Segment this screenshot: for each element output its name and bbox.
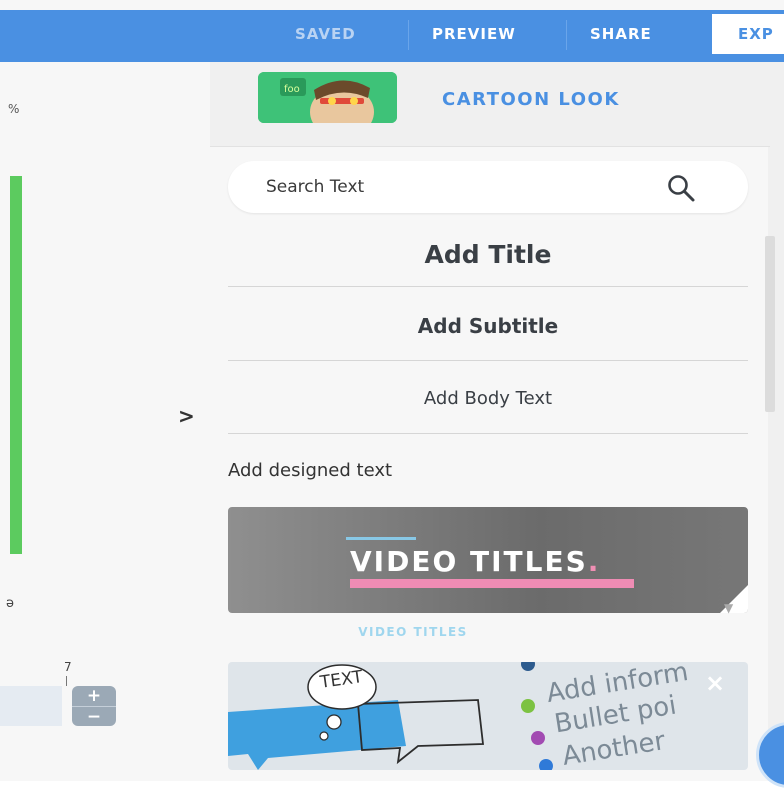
zoom-control: + −	[72, 686, 116, 726]
share-button[interactable]: SHARE	[590, 25, 652, 43]
add-title-button[interactable]: Add Title	[228, 240, 748, 269]
top-strip	[0, 0, 784, 10]
chevron-down-icon[interactable]: ▼	[724, 601, 733, 615]
panel-divider	[210, 146, 770, 147]
chevron-right-icon[interactable]: >	[178, 404, 195, 428]
ruler-value: 7	[64, 660, 72, 674]
zoom-in-button[interactable]: +	[72, 686, 116, 706]
zoom-out-button[interactable]: −	[72, 706, 116, 726]
video-titles-card[interactable]: VIDEO TITLES.	[228, 507, 748, 613]
toolbar-divider	[408, 20, 409, 50]
accent-bar	[350, 579, 634, 588]
divider	[228, 433, 748, 434]
divider	[228, 360, 748, 361]
close-icon[interactable]: ×	[705, 669, 725, 697]
timeline-box[interactable]	[0, 686, 62, 726]
top-toolbar	[0, 0, 784, 62]
search-text-field	[228, 161, 748, 213]
cartoon-look-link[interactable]: CARTOON LOOK	[442, 89, 620, 110]
preview-button[interactable]: PREVIEW	[432, 25, 516, 43]
export-button[interactable]: EXP	[712, 14, 784, 54]
panel-scrollbar[interactable]	[765, 236, 775, 412]
ruler-tick	[66, 676, 67, 686]
add-body-text-button[interactable]: Add Body Text	[228, 388, 748, 409]
search-icon[interactable]	[666, 173, 696, 203]
percent-glyph: %	[8, 102, 20, 116]
accent-line	[346, 537, 416, 540]
canvas-element-green[interactable]	[10, 176, 22, 554]
add-subtitle-button[interactable]: Add Subtitle	[228, 314, 748, 338]
video-titles-preview-text: VIDEO TITLES.	[350, 545, 601, 578]
designed-text-heading: Add designed text	[228, 460, 393, 481]
saved-status: SAVED	[295, 25, 356, 43]
svg-text:foo: foo	[284, 84, 300, 95]
bullet-points-card[interactable]: TEXT Add inform Bullet poi Another	[228, 662, 748, 770]
canvas-text-fragment: ə	[6, 596, 14, 611]
divider	[228, 286, 748, 287]
cartoon-look-thumbnail[interactable]: foo	[258, 72, 397, 123]
video-titles-caption: VIDEO TITLES	[358, 625, 468, 639]
toolbar-divider	[566, 20, 567, 50]
search-input[interactable]	[266, 175, 646, 199]
